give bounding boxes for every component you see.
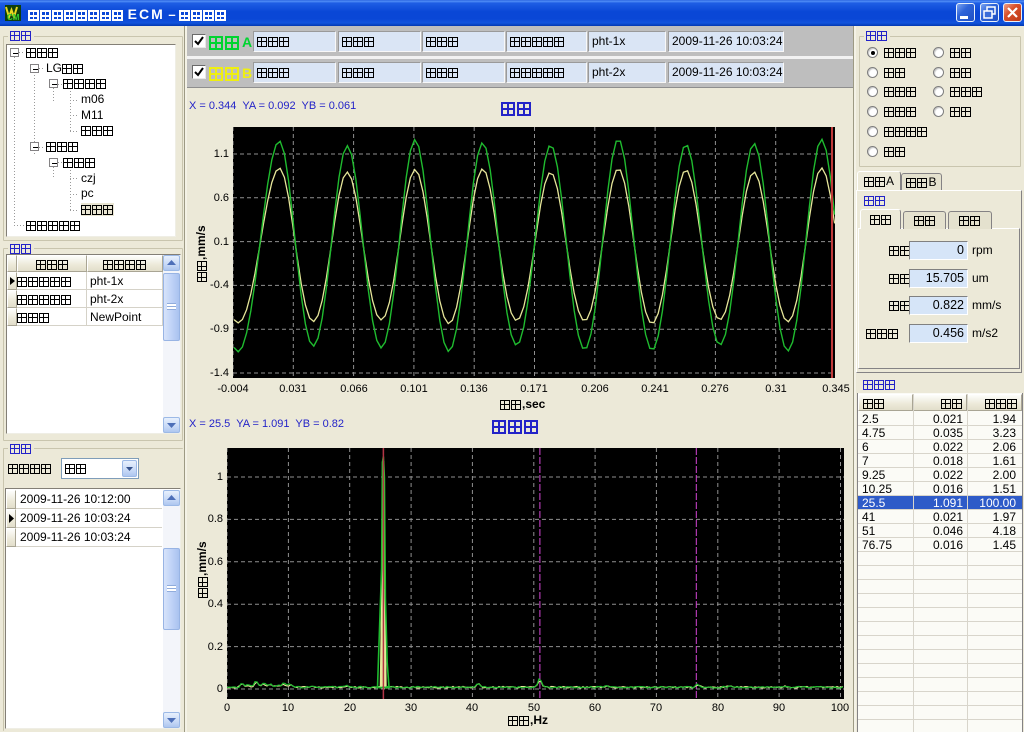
svg-text:CM: CM [7,13,20,21]
